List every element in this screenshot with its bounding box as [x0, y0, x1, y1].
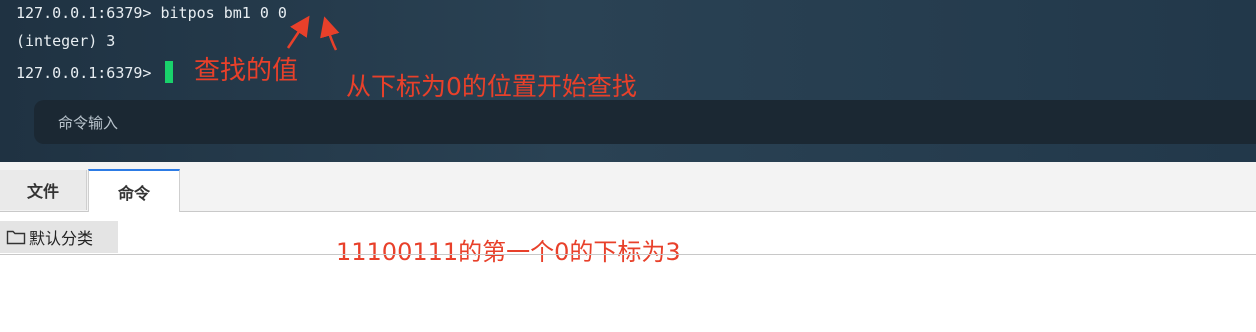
annotation-explanation: 11100111的第一个0的下标为3	[336, 238, 681, 266]
arrow-to-second-zero	[320, 16, 340, 51]
annotation-value-to-find: 查找的值	[194, 56, 299, 86]
tab-bar: 文件 命令	[0, 162, 1256, 212]
divider	[0, 254, 1256, 255]
tab-commands[interactable]: 命令	[88, 169, 180, 212]
annotation-start-index: 从下标为0的位置开始查找	[346, 72, 637, 101]
arrow-to-first-zero	[286, 15, 310, 49]
category-label: 默认分类	[29, 229, 94, 248]
category-item-default[interactable]: 默认分类	[0, 221, 118, 253]
folder-icon	[6, 230, 26, 245]
tab-files[interactable]: 文件	[0, 170, 87, 210]
